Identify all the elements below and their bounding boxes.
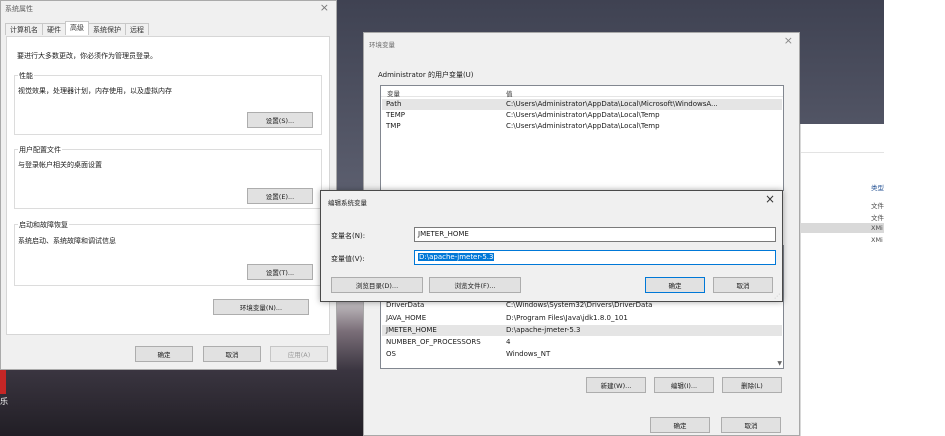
tab-computer-name[interactable]: 计算机名 [5, 23, 43, 35]
close-icon[interactable]: × [784, 34, 793, 47]
variable-value: Windows_NT [506, 350, 551, 358]
user-profiles-group: 用户配置文件 与登录帐户相关的桌面设置 设置(E)... [14, 145, 322, 209]
user-variables-label: Administrator 的用户变量(U) [378, 71, 474, 79]
variable-value: C:\Users\Administrator\AppData\Local\Tem… [506, 122, 660, 130]
browse-file-button[interactable]: 浏览文件(F)... [429, 277, 521, 293]
system-properties-dialog: 系统属性 × 计算机名 硬件 高级 系统保护 远程 要进行大多数更改，你必须作为… [0, 0, 337, 370]
variable-value: D:\Program Files\Java\jdk1.8.0_101 [506, 314, 628, 322]
variable-value: C:\Users\Administrator\AppData\Local\Tem… [506, 111, 660, 119]
startup-recovery-desc: 系统启动、系统故障和调试信息 [18, 237, 116, 245]
close-icon[interactable]: × [320, 1, 329, 14]
dialog-title: 系统属性 [5, 5, 33, 13]
ok-button[interactable]: 确定 [135, 346, 193, 362]
startup-recovery-settings-button[interactable]: 设置(T)... [247, 264, 313, 280]
list-item[interactable]: NUMBER_OF_PROCESSORS 4 [382, 337, 782, 348]
variable-value: C:\Users\Administrator\AppData\Local\Mic… [506, 100, 718, 108]
variable-name-label: 变量名(N): [331, 232, 366, 240]
startup-recovery-title: 启动和故障恢复 [18, 220, 69, 230]
variable-name: TEMP [386, 111, 405, 119]
variable-name-value: JMETER_HOME [418, 230, 469, 238]
ok-button[interactable]: 确定 [645, 277, 705, 293]
user-variables-list[interactable]: 变量 值 Path C:\Users\Administrator\AppData… [380, 85, 784, 191]
list-item[interactable]: OS Windows_NT [382, 349, 782, 360]
variable-value: C:\Windows\System32\Drivers\DriverData [506, 301, 653, 309]
dialog-title: 编辑系统变量 [328, 199, 367, 207]
apply-button[interactable]: 应用(A) [270, 346, 328, 362]
new-variable-button[interactable]: 新建(W)... [586, 377, 646, 393]
browse-directory-button[interactable]: 浏览目录(D)... [331, 277, 423, 293]
performance-desc: 视觉效果，处理器计划，内存使用，以及虚拟内存 [18, 87, 172, 95]
variable-value-text: D:\apache-jmeter-5.3 [418, 253, 495, 261]
performance-group: 性能 视觉效果，处理器计划，内存使用，以及虚拟内存 设置(S)... [14, 71, 322, 135]
screen-edge-area [884, 0, 945, 436]
tab-system-protection[interactable]: 系统保护 [88, 23, 126, 35]
user-profiles-settings-button[interactable]: 设置(E)... [247, 188, 313, 204]
variable-name: JAVA_HOME [386, 314, 427, 322]
list-item[interactable]: JMETER_HOME D:\apache-jmeter-5.3 [382, 325, 782, 336]
admin-note: 要进行大多数更改，你必须作为管理员登录。 [17, 52, 157, 60]
variable-value: D:\apache-jmeter-5.3 [506, 326, 581, 334]
performance-settings-button[interactable]: 设置(S)... [247, 112, 313, 128]
variable-name: Path [386, 100, 402, 108]
performance-title: 性能 [18, 71, 34, 81]
variable-value-field[interactable]: D:\apache-jmeter-5.3 [414, 250, 776, 265]
column-value[interactable]: 值 [506, 88, 513, 98]
ok-button[interactable]: 确定 [650, 417, 710, 433]
variable-name-field[interactable]: JMETER_HOME [414, 227, 776, 242]
tab-hardware[interactable]: 硬件 [42, 23, 66, 35]
advanced-tab-panel: 要进行大多数更改，你必须作为管理员登录。 性能 视觉效果，处理器计划，内存使用，… [6, 36, 330, 335]
list-item[interactable]: TEMP C:\Users\Administrator\AppData\Loca… [382, 110, 782, 121]
variable-name: OS [386, 350, 396, 358]
resize-grip-icon[interactable]: ⋰ [774, 293, 780, 300]
cancel-button[interactable]: 取消 [721, 417, 781, 433]
cancel-button[interactable]: 取消 [713, 277, 773, 293]
desktop-icon-fragment[interactable] [0, 366, 6, 394]
scroll-down-icon[interactable]: ▼ [777, 360, 782, 367]
dialog-title: 环境变量 [369, 41, 395, 49]
tab-remote[interactable]: 远程 [125, 23, 149, 35]
startup-recovery-group: 启动和故障恢复 系统启动、系统故障和调试信息 设置(T)... [14, 220, 322, 286]
list-item[interactable]: JAVA_HOME D:\Program Files\Java\jdk1.8.0… [382, 313, 782, 324]
close-icon[interactable]: × [765, 192, 775, 206]
variable-name: DriverData [386, 301, 425, 309]
tab-advanced[interactable]: 高级 [65, 21, 89, 35]
user-profiles-title: 用户配置文件 [18, 145, 62, 155]
desktop-icon-label: 乐 [0, 397, 8, 406]
tab-bar: 计算机名 硬件 高级 系统保护 远程 [5, 21, 149, 36]
list-header: 变量 值 [381, 86, 783, 98]
variable-name: TMP [386, 122, 401, 130]
variable-name: JMETER_HOME [386, 326, 437, 334]
user-profiles-desc: 与登录帐户相关的桌面设置 [18, 161, 102, 169]
file-explorer-window: 类型 文件 文件 XMi XMi [800, 124, 885, 436]
variable-name: NUMBER_OF_PROCESSORS [386, 338, 481, 346]
environment-variables-button[interactable]: 环境变量(N)... [213, 299, 309, 315]
edit-system-variable-dialog: 编辑系统变量 × 变量名(N): JMETER_HOME 变量值(V): D:\… [320, 190, 783, 302]
variable-value-label: 变量值(V): [331, 255, 365, 263]
explorer-header-divider [801, 152, 885, 153]
delete-variable-button[interactable]: 删除(L) [722, 377, 782, 393]
edit-variable-button[interactable]: 编辑(I)... [654, 377, 714, 393]
column-variable[interactable]: 变量 [387, 88, 400, 98]
list-item[interactable]: Path C:\Users\Administrator\AppData\Loca… [382, 99, 782, 110]
list-item[interactable]: TMP C:\Users\Administrator\AppData\Local… [382, 121, 782, 132]
variable-value: 4 [506, 338, 511, 346]
cancel-button[interactable]: 取消 [203, 346, 261, 362]
